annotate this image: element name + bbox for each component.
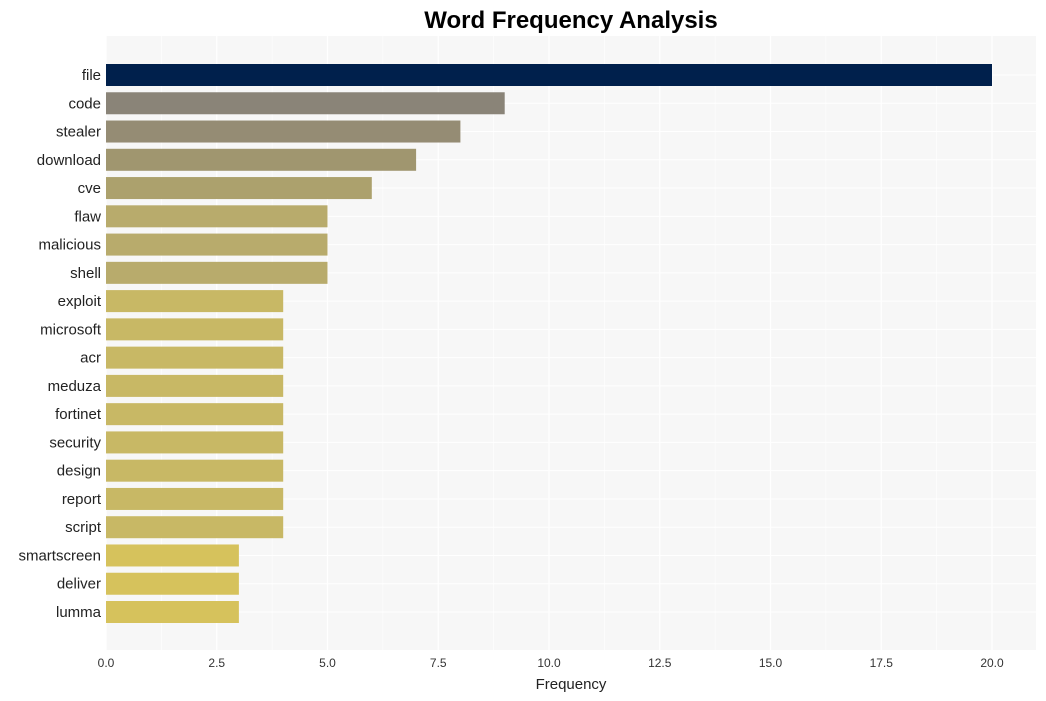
x-tick-label: 7.5 — [430, 656, 447, 670]
bar-download — [106, 148, 417, 171]
y-tick-label: design — [57, 463, 101, 480]
bar-cve — [106, 177, 372, 200]
y-tick-label: cve — [78, 180, 101, 197]
y-tick-label: smartscreen — [18, 547, 101, 564]
y-tick-label: download — [37, 152, 101, 169]
y-tick-label: fortinet — [55, 406, 102, 423]
bar-deliver — [106, 572, 239, 595]
bar-stealer — [106, 120, 461, 143]
x-tick-label: 0.0 — [98, 656, 115, 670]
y-axis-labels: file code stealer download cve flaw malicious s… — [18, 67, 101, 621]
bar-exploit — [106, 290, 284, 313]
y-tick-label: acr — [80, 350, 101, 367]
bar-file — [106, 64, 992, 86]
y-tick-label: report — [62, 491, 102, 508]
x-tick-label: 15.0 — [759, 656, 783, 670]
bar-security — [106, 431, 284, 454]
y-tick-label: flaw — [74, 208, 101, 225]
bar-smartscreen — [106, 544, 239, 567]
y-tick-label: microsoft — [40, 321, 102, 338]
x-tick-label: 20.0 — [980, 656, 1004, 670]
bar-shell — [106, 261, 328, 284]
x-axis-ticks: 0.0 2.5 5.0 7.5 10.0 12.5 15.0 17.5 20.0 — [98, 656, 1004, 670]
bar-acr — [106, 346, 284, 369]
y-tick-label: code — [68, 95, 101, 112]
bar-script — [106, 516, 284, 539]
y-tick-label: exploit — [58, 293, 102, 310]
bar-malicious — [106, 233, 328, 256]
bar-fortinet — [106, 403, 284, 426]
y-tick-label: deliver — [57, 576, 101, 593]
x-tick-label: 12.5 — [648, 656, 672, 670]
y-tick-label: malicious — [38, 237, 101, 254]
bar-lumma — [106, 601, 239, 623]
y-tick-label: stealer — [56, 124, 101, 141]
bar-code — [106, 92, 505, 115]
bar-design — [106, 459, 284, 482]
y-tick-label: script — [65, 519, 102, 536]
bar-microsoft — [106, 318, 284, 341]
x-tick-label: 10.0 — [537, 656, 561, 670]
chart-title: Word Frequency Analysis — [424, 7, 717, 34]
bar-chart: file code stealer download cve flaw malicious s… — [18, 7, 1036, 693]
y-tick-label: meduza — [48, 378, 102, 395]
x-tick-label: 5.0 — [319, 656, 336, 670]
y-tick-label: lumma — [56, 604, 102, 621]
bar-report — [106, 487, 284, 510]
y-tick-label: security — [49, 434, 101, 451]
x-tick-label: 2.5 — [208, 656, 225, 670]
bar-flaw — [106, 205, 328, 228]
y-tick-label: file — [82, 67, 101, 84]
bar-meduza — [106, 374, 284, 397]
x-axis-label: Frequency — [536, 676, 607, 693]
y-tick-label: shell — [70, 265, 101, 282]
x-tick-label: 17.5 — [870, 656, 894, 670]
